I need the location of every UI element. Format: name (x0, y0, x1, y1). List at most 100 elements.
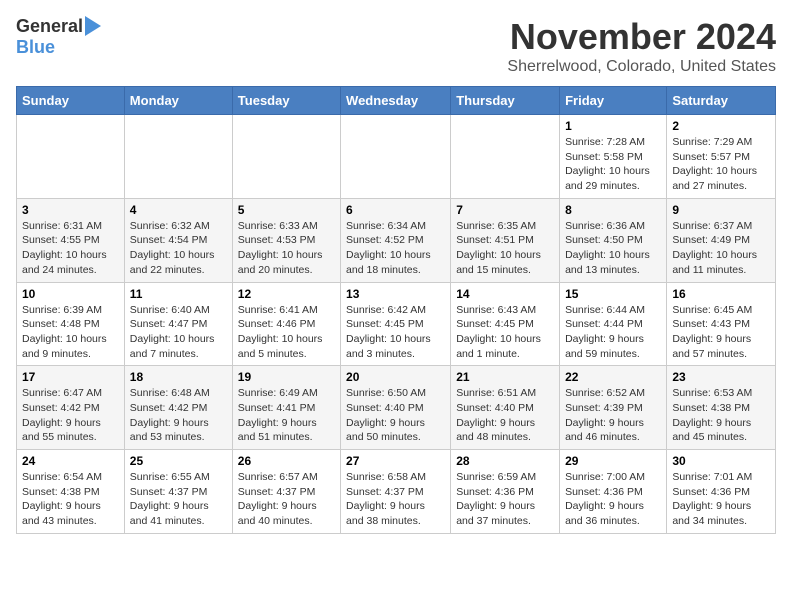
day-number: 24 (22, 454, 119, 468)
day-info: Sunrise: 6:57 AMSunset: 4:37 PMDaylight:… (238, 470, 335, 529)
calendar-day-cell: 12 Sunrise: 6:41 AMSunset: 4:46 PMDayligh… (232, 282, 340, 366)
calendar-day-cell (451, 115, 560, 199)
day-info: Sunrise: 6:43 AMSunset: 4:45 PMDaylight:… (456, 303, 554, 362)
day-info: Sunrise: 6:48 AMSunset: 4:42 PMDaylight:… (130, 386, 227, 445)
day-number: 21 (456, 370, 554, 384)
calendar-day-cell (232, 115, 340, 199)
day-info: Sunrise: 6:53 AMSunset: 4:38 PMDaylight:… (672, 386, 770, 445)
calendar-day-cell (341, 115, 451, 199)
day-of-week-header: Friday (560, 87, 667, 115)
day-number: 30 (672, 454, 770, 468)
calendar-day-cell: 5Sunrise: 6:33 AMSunset: 4:53 PMDaylight… (232, 198, 340, 282)
day-info: Sunrise: 6:50 AMSunset: 4:40 PMDaylight:… (346, 386, 445, 445)
calendar-day-cell: 23 Sunrise: 6:53 AMSunset: 4:38 PMDayligh… (667, 366, 776, 450)
day-info: Sunrise: 6:42 AMSunset: 4:45 PMDaylight:… (346, 303, 445, 362)
calendar-day-cell (124, 115, 232, 199)
day-info: Sunrise: 6:36 AMSunset: 4:50 PMDaylight:… (565, 219, 661, 278)
calendar-day-cell: 17Sunrise: 6:47 AMSunset: 4:42 PMDayligh… (17, 366, 125, 450)
calendar-day-cell: 28 Sunrise: 6:59 AMSunset: 4:36 PMDayligh… (451, 450, 560, 534)
location-text: Sherrelwood, Colorado, United States (507, 58, 776, 76)
calendar-day-cell: 3Sunrise: 6:31 AMSunset: 4:55 PMDaylight… (17, 198, 125, 282)
day-number: 29 (565, 454, 661, 468)
calendar-day-cell: 29Sunrise: 7:00 AMSunset: 4:36 PMDayligh… (560, 450, 667, 534)
logo-arrow-icon (85, 16, 101, 36)
day-number: 25 (130, 454, 227, 468)
day-info: Sunrise: 6:54 AMSunset: 4:38 PMDaylight:… (22, 470, 119, 529)
day-number: 20 (346, 370, 445, 384)
day-number: 10 (22, 287, 119, 301)
day-info: Sunrise: 7:29 AMSunset: 5:57 PMDaylight:… (672, 135, 770, 194)
day-of-week-header: Saturday (667, 87, 776, 115)
calendar-day-cell: 20 Sunrise: 6:50 AMSunset: 4:40 PMDayligh… (341, 366, 451, 450)
day-info: Sunrise: 6:37 AMSunset: 4:49 PMDaylight:… (672, 219, 770, 278)
calendar-day-cell: 19 Sunrise: 6:49 AMSunset: 4:41 PMDayligh… (232, 366, 340, 450)
calendar-day-cell: 7 Sunrise: 6:35 AMSunset: 4:51 PMDaylight… (451, 198, 560, 282)
day-number: 22 (565, 370, 661, 384)
calendar-day-cell: 4Sunrise: 6:32 AMSunset: 4:54 PMDaylight… (124, 198, 232, 282)
day-number: 26 (238, 454, 335, 468)
calendar-week-row: 1Sunrise: 7:28 AMSunset: 5:58 PMDaylight… (17, 115, 776, 199)
day-of-week-header: Tuesday (232, 87, 340, 115)
day-number: 18 (130, 370, 227, 384)
calendar-week-row: 24 Sunrise: 6:54 AMSunset: 4:38 PMDayligh… (17, 450, 776, 534)
day-info: Sunrise: 6:52 AMSunset: 4:39 PMDaylight:… (565, 386, 661, 445)
calendar-day-cell: 1Sunrise: 7:28 AMSunset: 5:58 PMDaylight… (560, 115, 667, 199)
day-number: 16 (672, 287, 770, 301)
day-info: Sunrise: 6:33 AMSunset: 4:53 PMDaylight:… (238, 219, 335, 278)
day-number: 28 (456, 454, 554, 468)
day-info: Sunrise: 6:35 AMSunset: 4:51 PMDaylight:… (456, 219, 554, 278)
day-number: 27 (346, 454, 445, 468)
logo-blue-text: Blue (16, 37, 55, 58)
day-number: 11 (130, 287, 227, 301)
calendar-day-cell: 22 Sunrise: 6:52 AMSunset: 4:39 PMDayligh… (560, 366, 667, 450)
calendar-day-cell: 11 Sunrise: 6:40 AMSunset: 4:47 PMDayligh… (124, 282, 232, 366)
day-info: Sunrise: 6:49 AMSunset: 4:41 PMDaylight:… (238, 386, 335, 445)
day-number: 7 (456, 203, 554, 217)
calendar-day-cell: 27 Sunrise: 6:58 AMSunset: 4:37 PMDayligh… (341, 450, 451, 534)
day-info: Sunrise: 7:01 AMSunset: 4:36 PMDaylight:… (672, 470, 770, 529)
calendar-day-cell: 21 Sunrise: 6:51 AMSunset: 4:40 PMDayligh… (451, 366, 560, 450)
day-number: 14 (456, 287, 554, 301)
day-info: Sunrise: 6:47 AMSunset: 4:42 PMDaylight:… (22, 386, 119, 445)
page-header: General Blue November 2024 Sherrelwood, … (16, 16, 776, 76)
day-info: Sunrise: 6:55 AMSunset: 4:37 PMDaylight:… (130, 470, 227, 529)
calendar-day-cell: 8 Sunrise: 6:36 AMSunset: 4:50 PMDaylight… (560, 198, 667, 282)
calendar-week-row: 17Sunrise: 6:47 AMSunset: 4:42 PMDayligh… (17, 366, 776, 450)
calendar-day-cell: 18 Sunrise: 6:48 AMSunset: 4:42 PMDayligh… (124, 366, 232, 450)
calendar-day-cell: 13Sunrise: 6:42 AMSunset: 4:45 PMDayligh… (341, 282, 451, 366)
day-number: 15 (565, 287, 661, 301)
day-number: 19 (238, 370, 335, 384)
day-info: Sunrise: 6:41 AMSunset: 4:46 PMDaylight:… (238, 303, 335, 362)
logo: General Blue (16, 16, 101, 58)
day-info: Sunrise: 6:32 AMSunset: 4:54 PMDaylight:… (130, 219, 227, 278)
day-number: 12 (238, 287, 335, 301)
day-info: Sunrise: 6:51 AMSunset: 4:40 PMDaylight:… (456, 386, 554, 445)
calendar-day-cell (17, 115, 125, 199)
day-number: 8 (565, 203, 661, 217)
day-number: 1 (565, 119, 661, 133)
calendar-table: SundayMondayTuesdayWednesdayThursdayFrid… (16, 86, 776, 534)
calendar-day-cell: 25 Sunrise: 6:55 AMSunset: 4:37 PMDayligh… (124, 450, 232, 534)
calendar-day-cell: 26 Sunrise: 6:57 AMSunset: 4:37 PMDayligh… (232, 450, 340, 534)
day-number: 23 (672, 370, 770, 384)
day-info: Sunrise: 6:31 AMSunset: 4:55 PMDaylight:… (22, 219, 119, 278)
day-info: Sunrise: 6:45 AMSunset: 4:43 PMDaylight:… (672, 303, 770, 362)
title-block: November 2024 Sherrelwood, Colorado, Uni… (507, 16, 776, 76)
calendar-week-row: 10Sunrise: 6:39 AMSunset: 4:48 PMDayligh… (17, 282, 776, 366)
day-of-week-header: Sunday (17, 87, 125, 115)
day-info: Sunrise: 6:59 AMSunset: 4:36 PMDaylight:… (456, 470, 554, 529)
calendar-day-cell: 15 Sunrise: 6:44 AMSunset: 4:44 PMDayligh… (560, 282, 667, 366)
day-info: Sunrise: 6:34 AMSunset: 4:52 PMDaylight:… (346, 219, 445, 278)
day-info: Sunrise: 6:58 AMSunset: 4:37 PMDaylight:… (346, 470, 445, 529)
day-info: Sunrise: 6:40 AMSunset: 4:47 PMDaylight:… (130, 303, 227, 362)
calendar-day-cell: 9 Sunrise: 6:37 AMSunset: 4:49 PMDaylight… (667, 198, 776, 282)
day-info: Sunrise: 6:44 AMSunset: 4:44 PMDaylight:… (565, 303, 661, 362)
calendar-week-row: 3Sunrise: 6:31 AMSunset: 4:55 PMDaylight… (17, 198, 776, 282)
day-of-week-header: Monday (124, 87, 232, 115)
day-of-week-header: Thursday (451, 87, 560, 115)
day-number: 9 (672, 203, 770, 217)
month-title: November 2024 (507, 16, 776, 58)
calendar-day-cell: 14 Sunrise: 6:43 AMSunset: 4:45 PMDayligh… (451, 282, 560, 366)
calendar-day-cell: 10Sunrise: 6:39 AMSunset: 4:48 PMDayligh… (17, 282, 125, 366)
logo-general-text: General (16, 16, 83, 37)
